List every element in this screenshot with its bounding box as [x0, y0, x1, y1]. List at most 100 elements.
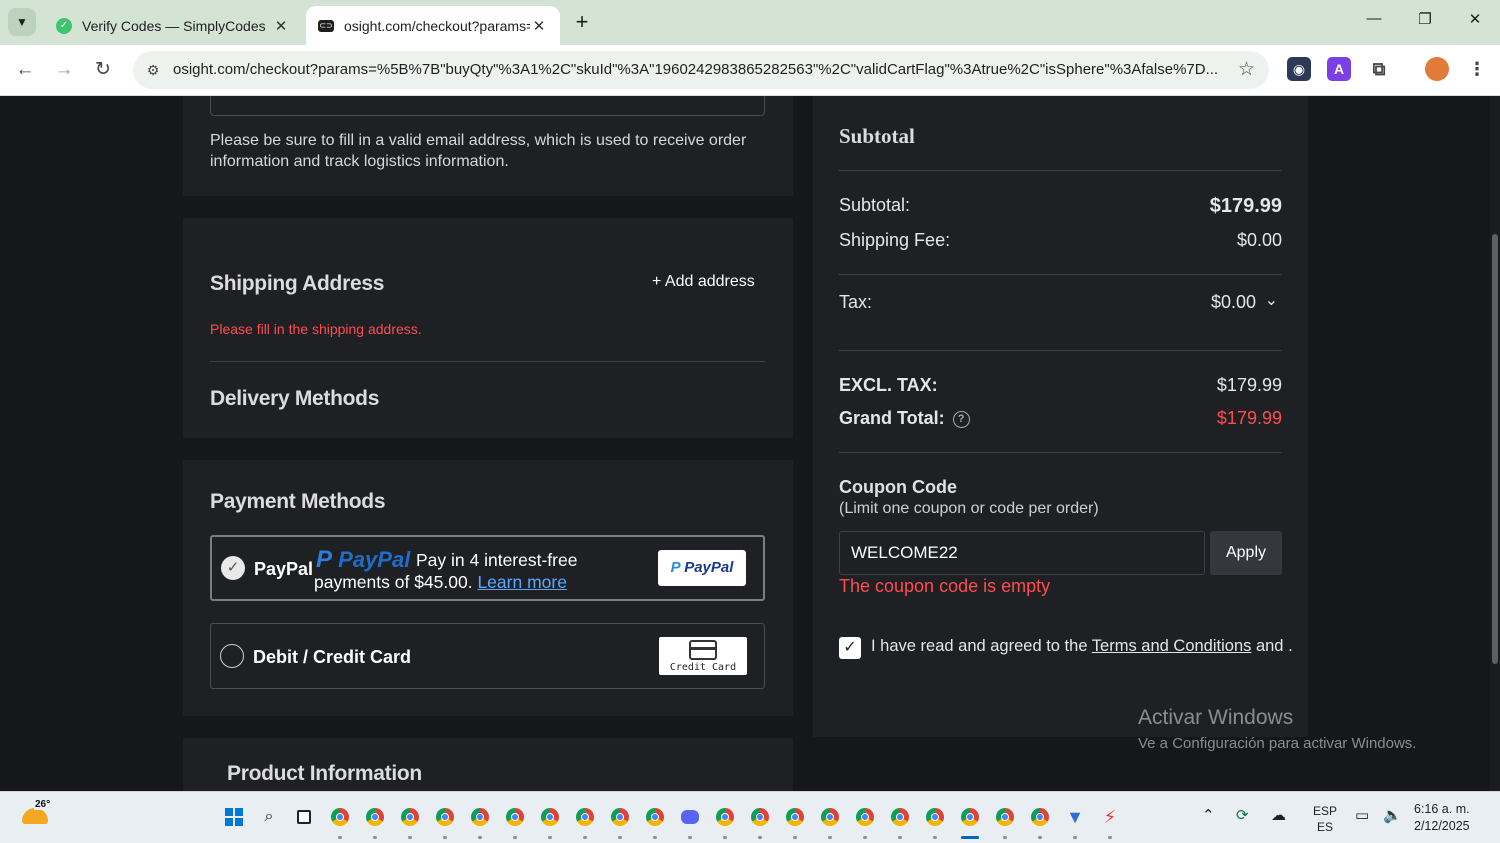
vpn-shield-icon[interactable]: ▼	[1064, 806, 1086, 828]
close-tab-icon[interactable]: ✕	[530, 17, 548, 35]
discord-icon[interactable]	[679, 806, 701, 828]
chrome-icon[interactable]	[784, 806, 806, 828]
address-bar[interactable]: ⚙ osight.com/checkout?params=%5B%7B"buyQ…	[133, 51, 1269, 89]
apply-button[interactable]: Apply	[1210, 531, 1282, 575]
chrome-icon[interactable]	[854, 806, 876, 828]
learn-more-link[interactable]: Learn more	[477, 572, 567, 592]
chrome-icon[interactable]	[364, 806, 386, 828]
task-view-icon[interactable]	[293, 806, 315, 828]
windows-start-icon[interactable]	[223, 806, 245, 828]
tab-checkout[interactable]: ⊂⊃ osight.com/checkout?params=% ✕	[306, 6, 560, 45]
running-app-indicator	[863, 836, 867, 839]
url-text[interactable]: osight.com/checkout?params=%5B%7B"buyQty…	[173, 61, 1219, 78]
lightning-icon[interactable]: ⚡	[1099, 806, 1121, 828]
credit-card-text: Credit Card	[669, 662, 737, 673]
checkmark-icon[interactable]: ✓	[221, 556, 245, 580]
paypal-label: PayPal	[254, 559, 314, 579]
excl-tax-value: $179.99	[1216, 375, 1282, 395]
credit-card-button[interactable]: Credit Card	[659, 637, 747, 675]
credit-card-icon	[689, 640, 717, 660]
card-option[interactable]: Debit / Credit Card Credit Card	[210, 623, 765, 689]
running-app-indicator	[478, 836, 482, 839]
chrome-icon[interactable]	[609, 806, 631, 828]
chrome-icon[interactable]	[644, 806, 666, 828]
product-title: Product Information	[227, 762, 422, 785]
sync-icon[interactable]: ⟳	[1236, 806, 1249, 824]
chrome-icon[interactable]	[469, 806, 491, 828]
paypal-button[interactable]: P PayPal	[658, 550, 746, 586]
chrome-icon[interactable]	[434, 806, 456, 828]
site-info-icon[interactable]: ⚙	[143, 60, 163, 80]
coupon-input[interactable]: WELCOME22	[839, 531, 1205, 575]
back-arrow-icon[interactable]: ←	[12, 57, 38, 83]
divider	[839, 452, 1282, 453]
chrome-icon[interactable]	[1029, 806, 1051, 828]
chrome-icon[interactable]	[539, 806, 561, 828]
close-window-button[interactable]: ✕	[1463, 10, 1487, 28]
page-scrollbar[interactable]	[1490, 96, 1500, 791]
language-indicator[interactable]: ESP ES	[1313, 803, 1337, 835]
radio-button[interactable]	[220, 644, 244, 668]
paypal-logo: P PayPal	[316, 546, 410, 574]
paypal-option[interactable]: ✓ PayPal Pay in 4 interest-free payments…	[210, 535, 765, 601]
help-icon[interactable]: ?	[952, 411, 970, 428]
coupon-error: The coupon code is empty	[839, 576, 1051, 596]
divider	[839, 274, 1282, 275]
terms-link[interactable]: Terms and Conditions	[1092, 637, 1252, 655]
site-icon: ⊂⊃	[318, 19, 334, 32]
chevron-down-icon[interactable]: ⌄	[1265, 290, 1278, 310]
chevron-up-icon[interactable]: ⌃	[1202, 806, 1215, 824]
paypal-p-icon: P	[316, 546, 333, 573]
agree-prefix: I have read and agreed to the	[871, 637, 1092, 655]
paypal-p-icon: P	[670, 559, 681, 576]
new-tab-button[interactable]: +	[570, 10, 594, 34]
reload-icon[interactable]: ↻	[90, 57, 116, 83]
restore-button[interactable]: ❐	[1413, 10, 1437, 28]
bookmark-star-icon[interactable]: ☆	[1238, 58, 1255, 81]
clock[interactable]: 6:16 a. m. 2/12/2025	[1414, 801, 1470, 835]
extensions-puzzle-icon[interactable]: ⧉	[1367, 57, 1391, 81]
tab-search-button[interactable]: ▼	[8, 8, 36, 36]
extension-a-icon[interactable]: A	[1327, 57, 1351, 81]
running-app-indicator	[408, 836, 412, 839]
speaker-icon[interactable]: 🔈	[1383, 806, 1402, 824]
add-address-button[interactable]: + Add address	[652, 273, 755, 291]
chrome-icon[interactable]	[714, 806, 736, 828]
close-tab-icon[interactable]: ✕	[272, 17, 290, 35]
running-app-indicator	[653, 836, 657, 839]
chrome-icon[interactable]	[574, 806, 596, 828]
onedrive-cloud-icon[interactable]: ☁	[1271, 806, 1286, 824]
scrollbar-thumb[interactable]	[1492, 234, 1498, 664]
chrome-icon[interactable]	[819, 806, 841, 828]
chrome-icon[interactable]	[399, 806, 421, 828]
running-app-indicator	[1108, 836, 1112, 839]
search-icon[interactable]: ⌕	[258, 806, 280, 828]
forward-arrow-icon[interactable]: →	[51, 57, 77, 83]
summary-title: Subtotal	[839, 124, 915, 148]
agree-checkbox[interactable]: ✓	[839, 637, 861, 659]
chrome-icon[interactable]	[889, 806, 911, 828]
chrome-icon[interactable]	[959, 806, 981, 828]
network-icon[interactable]: ▭	[1355, 806, 1369, 824]
running-app-indicator	[338, 836, 342, 839]
email-field[interactable]	[210, 96, 765, 116]
extension-icon[interactable]: ◉	[1287, 57, 1311, 81]
running-app-indicator	[548, 836, 552, 839]
coupon-subtitle: (Limit one coupon or code per order)	[839, 500, 1099, 517]
excl-tax-label: EXCL. TAX:	[839, 375, 938, 395]
chrome-icon[interactable]	[329, 806, 351, 828]
profile-avatar-icon[interactable]	[1425, 57, 1449, 81]
checkmark-icon: ✓	[843, 639, 857, 656]
running-app-indicator	[1038, 836, 1042, 839]
chrome-icon[interactable]	[504, 806, 526, 828]
tab-title: osight.com/checkout?params=%	[344, 17, 530, 34]
more-menu-icon[interactable]: ⋮	[1465, 57, 1489, 81]
tab-simplycodes[interactable]: ✓ Verify Codes — SimplyCodes ✕	[44, 6, 302, 45]
chrome-icon[interactable]	[749, 806, 771, 828]
chrome-icon[interactable]	[994, 806, 1016, 828]
minimize-button[interactable]: —	[1362, 10, 1386, 27]
running-app-indicator	[1073, 836, 1077, 839]
chrome-icon[interactable]	[924, 806, 946, 828]
weather-widget[interactable]: 26°	[20, 799, 52, 832]
grand-total-value: $179.99	[1216, 408, 1282, 428]
